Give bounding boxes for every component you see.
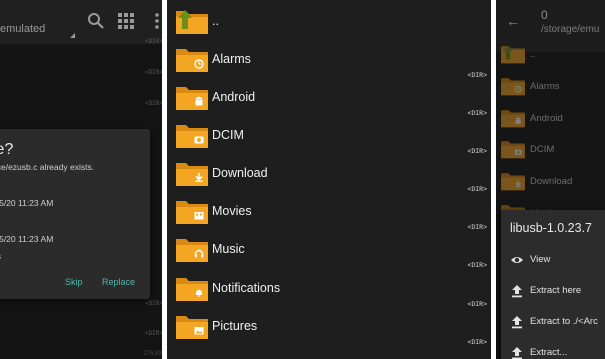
parent-folder-icon	[176, 10, 208, 34]
file-name[interactable]: Android	[530, 113, 563, 124]
menu-item-extract-to[interactable]: Extract to ./<Arc	[501, 308, 605, 336]
file-exists-dialog: le? ace/ezusb.c already exists. 1/5/20 1…	[0, 129, 150, 299]
dialog-title: le?	[0, 141, 14, 158]
file-name[interactable]: ..	[530, 49, 535, 60]
file-list-item[interactable]: Pictures <DIR>	[167, 308, 491, 346]
file-list-item[interactable]: Notifications <DIR>	[167, 270, 491, 308]
file-name[interactable]: DCIM	[530, 144, 554, 155]
selection-count: 0	[541, 8, 548, 22]
folder-icon	[176, 125, 208, 148]
file-name[interactable]: Download	[530, 176, 572, 187]
menu-item-extract[interactable]: Extract...	[501, 339, 605, 359]
dir-label: <DIR>	[144, 330, 163, 337]
folder-icon	[501, 110, 525, 128]
dir-label: <DIR>	[467, 262, 487, 269]
file-name: Movies	[212, 204, 252, 218]
file-name[interactable]: Alarms	[530, 81, 560, 92]
dir-label: <DIR>	[144, 69, 163, 76]
folder-icon	[176, 87, 208, 110]
context-menu: libusb-1.0.23.7 View Extract here Extrac…	[501, 210, 605, 359]
left-panel: emulated <DIR> <DIR> <DIR> <DIR> <DIR> l…	[0, 0, 167, 359]
dir-label: <DIR>	[467, 186, 487, 193]
folder-icon	[176, 201, 208, 224]
dialog-option-text: es	[0, 251, 1, 261]
path-label[interactable]: emulated	[0, 23, 45, 35]
menu-item-view[interactable]: View	[501, 246, 605, 274]
right-panel: ← 0 /storage/emu .. Alarms Android DCIM Down…	[496, 0, 605, 359]
parent-folder-icon	[501, 45, 525, 64]
existing-file-date: 1/5/20 11:23 AM	[0, 198, 54, 208]
skip-button[interactable]: Skip	[65, 277, 83, 287]
current-path: /storage/emu	[541, 24, 600, 35]
file-name: Download	[212, 166, 268, 180]
file-list-item[interactable]: ..	[167, 3, 491, 41]
file-list-item[interactable]: DCIM <DIR>	[167, 117, 491, 155]
dir-label: <DIR>	[467, 301, 487, 308]
folder-icon	[501, 78, 525, 96]
file-name: Android	[212, 90, 256, 104]
dir-label: <DIR>	[467, 148, 487, 155]
extract-icon	[512, 285, 522, 298]
extract-icon	[512, 347, 522, 359]
toolbar: emulated	[0, 0, 167, 44]
dir-label: <DIR>	[467, 110, 487, 117]
file-list-item[interactable]: Android <DIR>	[167, 79, 491, 117]
extract-icon	[512, 316, 522, 329]
file-name: Notifications	[212, 281, 281, 295]
file-list-item[interactable]: Download <DIR>	[167, 155, 491, 193]
menu-item-extract-here[interactable]: Extract here	[501, 277, 605, 305]
file-list-item[interactable]: Alarms <DIR>	[167, 41, 491, 79]
replace-button[interactable]: Replace	[102, 277, 135, 287]
folder-icon	[176, 278, 208, 301]
back-arrow-icon[interactable]: ←	[506, 13, 520, 29]
dir-label: <DIR>	[467, 224, 487, 231]
dir-label: <DIR>	[467, 339, 487, 346]
file-name: Pictures	[212, 319, 258, 333]
folder-icon	[176, 239, 208, 262]
dir-label: <DIR>	[467, 72, 487, 79]
eye-icon	[511, 257, 523, 263]
folder-icon	[176, 49, 208, 72]
file-list-item[interactable]: Movies <DIR>	[167, 193, 491, 231]
new-file-date: 1/5/20 11:23 AM	[0, 234, 54, 244]
dialog-message: ace/ezusb.c already exists.	[0, 162, 95, 172]
dir-label: <DIR>	[144, 100, 163, 107]
folder-icon	[176, 316, 208, 339]
folder-icon	[501, 141, 525, 159]
dropdown-indicator-icon[interactable]	[70, 33, 75, 38]
file-name: Music	[212, 242, 245, 256]
folder-icon	[501, 173, 525, 191]
file-list-item[interactable]: Music <DIR>	[167, 231, 491, 269]
file-list-panel: .. Alarms <DIR> Android <DIR> DCIM <DIR> Downlo…	[167, 0, 491, 359]
file-name: Alarms	[212, 52, 251, 66]
file-name: ..	[212, 14, 219, 28]
search-icon[interactable]	[87, 12, 105, 30]
dir-label: <DIR>	[144, 300, 163, 307]
file-name: DCIM	[212, 128, 244, 142]
dir-label: <DIR>	[144, 38, 163, 45]
menu-title: libusb-1.0.23.7	[510, 221, 593, 235]
grid-view-icon[interactable]	[117, 12, 135, 30]
folder-icon	[176, 163, 208, 186]
